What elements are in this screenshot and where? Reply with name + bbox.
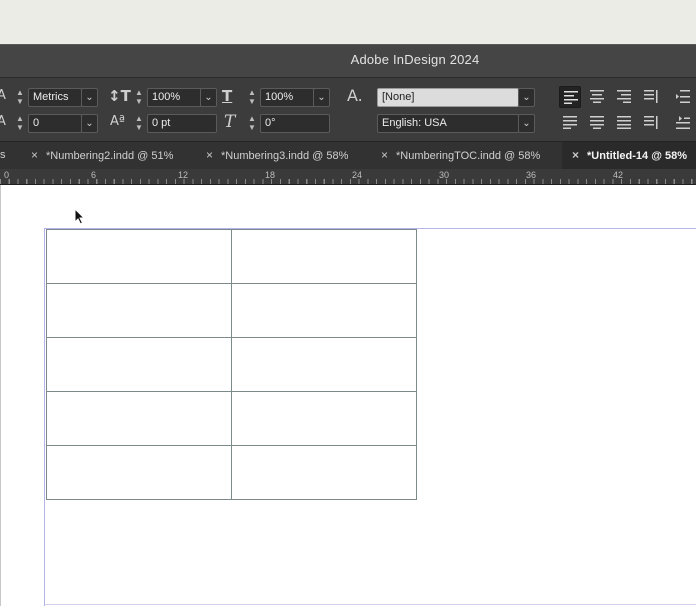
justify-center-button[interactable] [586,112,608,134]
tab-numbering3[interactable]: × *Numbering3.indd @ 58% [206,142,348,169]
tab-label: *Untitled-14 @ 58% [587,150,687,162]
align-left-icon [564,91,578,104]
mouse-pointer-icon [74,208,86,225]
tab-label: *Numbering3.indd @ 58% [221,150,349,162]
justify-left-icon [563,116,577,129]
ruler-label: 36 [526,170,537,180]
ruler-label: 0 [4,170,10,180]
table-row [46,283,417,338]
table-row [46,337,417,392]
justify-center-icon [590,116,604,129]
table-cell[interactable] [46,283,232,338]
horizontal-ruler[interactable]: 0 6 12 18 24 30 36 42 [0,169,696,185]
pasteboard-edge [0,185,1,606]
tab-untitled-14[interactable]: × *Untitled-14 @ 58% [562,142,696,169]
ruler-label: 42 [613,170,624,180]
justify-all-button[interactable] [613,112,635,134]
table-cell[interactable] [231,445,417,500]
character-style-field[interactable]: [None] [377,88,519,107]
table-row [46,445,417,500]
close-icon[interactable]: × [381,148,388,162]
horizontal-scale-stepper[interactable]: ▲ ▼ [246,88,258,107]
skew-stepper[interactable]: ▲ ▼ [246,114,258,133]
window-title: Adobe InDesign 2024 [350,52,480,67]
kerning-stepper[interactable]: ▲ ▼ [14,88,26,107]
document-canvas[interactable] [0,185,696,606]
document-table[interactable] [46,229,417,500]
character-style-dropdown[interactable]: ⌄ [518,88,535,107]
horizontal-scale-dropdown[interactable]: ⌄ [313,88,330,107]
baseline-shift-stepper[interactable]: ▲ ▼ [133,114,145,133]
horizontal-scale-icon: T [222,87,233,105]
close-icon[interactable]: × [572,148,579,162]
ruler-label: 30 [439,170,450,180]
title-bar: Adobe InDesign 2024 [0,44,696,77]
justify-all-icon [617,116,631,129]
table-cell[interactable] [46,445,232,500]
tab-label: s [0,149,6,161]
tab-label: *NumberingTOC.indd @ 58% [396,150,541,162]
ruler-ticks [0,179,696,184]
ruler-label: 18 [265,170,276,180]
align-away-from-spine-icon [644,116,658,129]
kerning-field[interactable]: Metrics [28,88,82,107]
tracking-stepper[interactable]: ▲ ▼ [14,114,26,133]
skew-field[interactable]: 0° [260,114,330,133]
baseline-shift-field[interactable]: 0 pt [147,114,217,133]
margin-guide-bottom [45,604,696,605]
vertical-scale-icon: ↕T [108,87,131,105]
table-cell[interactable] [46,337,232,392]
horizontal-scale-field[interactable]: 100% [260,88,316,107]
language-field[interactable]: English: USA [377,114,519,133]
right-indent-button[interactable] [672,112,694,134]
close-icon[interactable]: × [31,148,38,162]
align-left-button[interactable] [559,86,581,108]
character-style-icon: A. [347,86,363,105]
ruler-label: 24 [352,170,363,180]
tracking-field[interactable]: 0 [28,114,82,133]
align-right-icon [617,90,631,103]
left-indent-button[interactable] [672,86,694,108]
tab-label: *Numbering2.indd @ 51% [46,150,174,162]
align-center-icon [590,90,604,103]
tab-partial[interactable]: s [0,142,6,169]
language-dropdown[interactable]: ⌄ [518,114,535,133]
table-cell[interactable] [231,391,417,446]
ruler-label: 6 [91,170,97,180]
left-indent-icon [676,90,690,103]
vertical-scale-stepper[interactable]: ▲ ▼ [133,88,145,107]
align-towards-spine-button[interactable] [640,86,662,108]
table-cell[interactable] [46,229,232,284]
tab-numberingtoc[interactable]: × *NumberingTOC.indd @ 58% [381,142,540,169]
close-icon[interactable]: × [206,148,213,162]
character-control-panel: A ▲ ▼ Metrics ⌄ ↕T ▲ ▼ 100% ⌄ T ▲ ▼ 100% ⌄ … [0,77,696,141]
baseline-shift-icon: Aª [110,114,126,129]
tracking-dropdown[interactable]: ⌄ [81,114,98,133]
margin-guide-left [44,228,45,606]
table-cell[interactable] [231,229,417,284]
right-indent-icon [676,116,690,129]
kerning-dropdown[interactable]: ⌄ [81,88,98,107]
align-towards-spine-icon [644,90,658,103]
table-cell[interactable] [231,283,417,338]
justify-left-button[interactable] [559,112,581,134]
align-center-button[interactable] [586,86,608,108]
kerning-icon: A [0,88,6,103]
document-tabs: s × *Numbering2.indd @ 51% × *Numbering3.i… [0,141,696,169]
align-right-button[interactable] [613,86,635,108]
tracking-icon: A [0,114,6,129]
vertical-scale-field[interactable]: 100% [147,88,203,107]
skew-icon: T [224,112,236,132]
table-cell[interactable] [46,391,232,446]
tab-numbering2[interactable]: × *Numbering2.indd @ 51% [31,142,173,169]
table-row [46,391,417,446]
table-cell[interactable] [231,337,417,392]
ruler-label: 12 [178,170,189,180]
desktop-background [0,0,696,44]
table-row [46,229,417,284]
vertical-scale-dropdown[interactable]: ⌄ [200,88,217,107]
align-away-from-spine-button[interactable] [640,112,662,134]
